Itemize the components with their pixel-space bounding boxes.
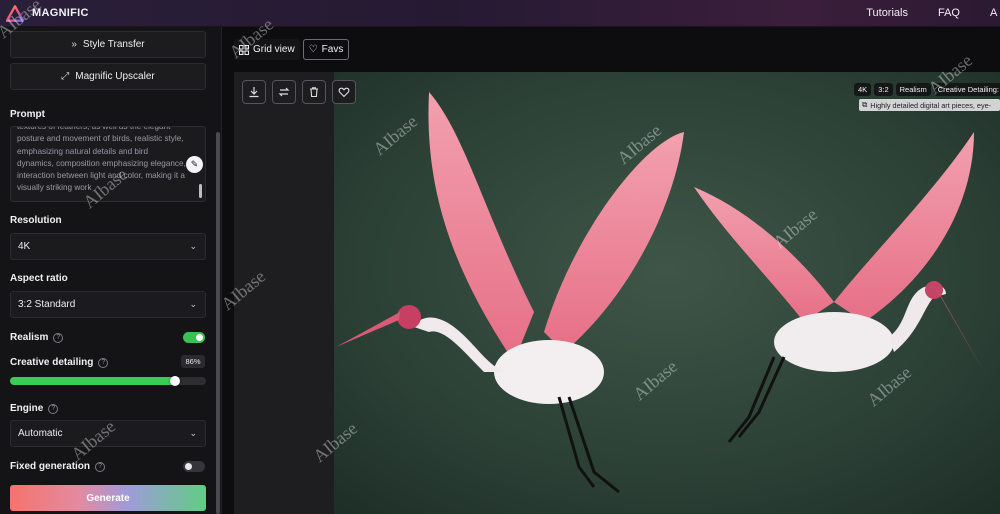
help-icon[interactable]: ?	[95, 461, 106, 472]
aspect-ratio-select[interactable]: 3:2 Standard ⌄	[10, 291, 206, 318]
delete-button[interactable]	[302, 80, 326, 104]
realism-label-text: Realism	[10, 332, 49, 343]
favs-label: Favs	[321, 44, 344, 55]
creative-detailing-slider[interactable]	[10, 376, 206, 386]
engine-select[interactable]: Automatic ⌄	[10, 420, 206, 447]
fixed-generation-label: Fixed generation ?	[10, 461, 106, 472]
sidebar: » Style Transfer ⤢ Magnific Upscaler Pro…	[0, 27, 222, 514]
prompt-text: textures of feathers, as well as the ele…	[17, 126, 186, 193]
grid-view-label: Grid view	[253, 44, 295, 55]
resolution-value: 4K	[18, 241, 31, 252]
prompt-chip[interactable]: ⧉ Highly detailed digital art pieces, ey…	[859, 99, 1000, 111]
heart-icon: ♡	[308, 44, 318, 55]
view-toggle: Grid view ♡ Favs	[234, 39, 350, 60]
chevron-down-icon: ⌄	[189, 241, 197, 251]
generate-button[interactable]: Generate	[10, 485, 206, 511]
chevron-down-icon: ⌄	[189, 299, 197, 309]
download-icon	[249, 87, 259, 98]
slider-handle[interactable]	[170, 376, 180, 386]
chevron-down-icon: ⌄	[189, 428, 197, 438]
nav-faq[interactable]: FAQ	[938, 7, 960, 19]
aspect-ratio-label: Aspect ratio	[10, 273, 68, 284]
favs-tab[interactable]: ♡ Favs	[302, 39, 350, 60]
enhance-prompt-icon: ✎	[190, 159, 199, 169]
upscaler-label: Magnific Upscaler	[75, 71, 155, 82]
resolution-label: Resolution	[10, 215, 62, 226]
magnific-logo-icon	[6, 4, 24, 22]
toggle-knob	[196, 334, 203, 341]
top-nav: Tutorials FAQ A	[866, 7, 1000, 19]
reuse-icon	[278, 87, 290, 97]
resolution-label-text: Resolution	[10, 215, 62, 226]
style-transfer-label: Style Transfer	[82, 39, 145, 50]
help-icon[interactable]: ?	[53, 332, 64, 343]
brand-name: MAGNIFIC	[32, 7, 89, 19]
aspect-ratio-value: 3:2 Standard	[18, 299, 76, 310]
slider-fill	[10, 377, 175, 385]
creative-detailing-label: Creative detailing ?	[10, 357, 109, 368]
favorite-button[interactable]	[332, 80, 356, 104]
heart-icon	[338, 87, 350, 98]
realism-toggle[interactable]	[183, 332, 205, 343]
brand[interactable]: MAGNIFIC	[0, 4, 89, 22]
upscale-icon: ⤢	[61, 71, 70, 82]
sidebar-scrollbar[interactable]	[216, 132, 220, 514]
magnific-upscaler-button[interactable]: ⤢ Magnific Upscaler	[10, 63, 206, 90]
tag-realism: Realism	[895, 83, 931, 96]
trash-icon	[310, 87, 318, 98]
top-bar: MAGNIFIC Tutorials FAQ A	[0, 0, 1000, 27]
prompt-chip-text: Highly detailed digital art pieces, eye-	[870, 100, 992, 110]
main-area: Grid view ♡ Favs 4K 3:2 Realism Creative…	[222, 27, 1000, 514]
fixed-generation-toggle[interactable]	[183, 461, 205, 472]
prompt-textarea[interactable]: textures of feathers, as well as the ele…	[10, 126, 206, 202]
image-toolbar	[242, 80, 356, 104]
tag-resolution: 4K	[854, 83, 872, 96]
toggle-knob	[185, 463, 192, 470]
style-transfer-button[interactable]: » Style Transfer	[10, 31, 206, 58]
engine-label-text: Engine	[10, 403, 44, 414]
grid-view-tab[interactable]: Grid view	[234, 39, 300, 60]
prompt-label: Prompt	[10, 109, 45, 120]
nav-account[interactable]: A	[990, 7, 1000, 19]
image-canvas: 4K 3:2 Realism Creative Detailing: 8 ⧉ H…	[234, 72, 1000, 514]
enhance-prompt-button[interactable]: ✎	[186, 156, 203, 173]
style-transfer-icon: »	[71, 39, 77, 50]
tag-detailing: Creative Detailing: 8	[933, 83, 1000, 96]
aspect-label-text: Aspect ratio	[10, 273, 68, 284]
detailing-value-badge: 86%	[181, 355, 205, 368]
detailing-label-text: Creative detailing	[10, 357, 94, 368]
engine-value: Automatic	[18, 428, 63, 439]
help-icon[interactable]: ?	[98, 357, 109, 368]
help-icon[interactable]: ?	[48, 403, 59, 414]
nav-tutorials[interactable]: Tutorials	[866, 7, 908, 19]
download-button[interactable]	[242, 80, 266, 104]
prompt-scrollbar[interactable]	[199, 184, 202, 198]
engine-label: Engine ?	[10, 403, 59, 414]
grid-icon	[239, 44, 249, 55]
realism-label: Realism ?	[10, 332, 64, 343]
generated-image[interactable]	[334, 72, 1000, 514]
tag-aspect: 3:2	[874, 83, 893, 96]
resolution-select[interactable]: 4K ⌄	[10, 233, 206, 260]
copy-icon: ⧉	[862, 100, 868, 109]
prompt-label-text: Prompt	[10, 109, 45, 120]
image-tags: 4K 3:2 Realism Creative Detailing: 8	[854, 83, 1000, 96]
reuse-button[interactable]	[272, 80, 296, 104]
fixed-label-text: Fixed generation	[10, 461, 91, 472]
